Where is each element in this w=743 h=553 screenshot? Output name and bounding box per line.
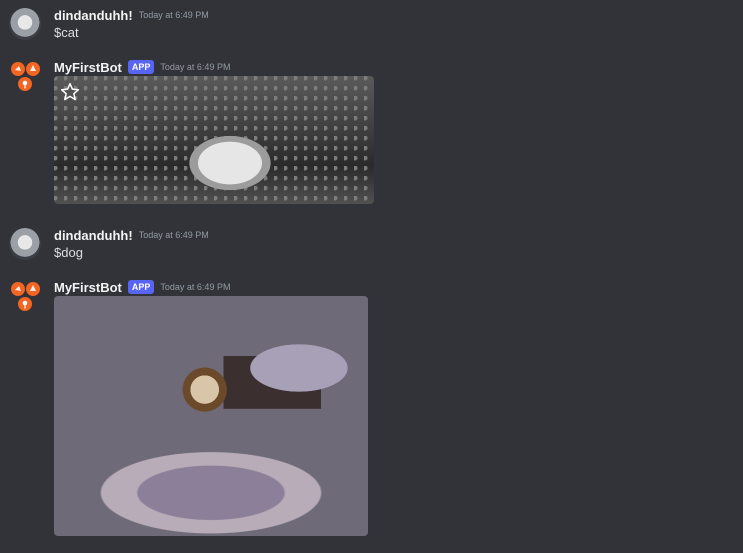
message-content: $cat <box>54 25 79 40</box>
message-header: dindanduhh! Today at 6:49 PM <box>54 6 209 24</box>
user-avatar[interactable] <box>9 8 41 40</box>
user-avatar[interactable] <box>9 228 41 260</box>
username[interactable]: MyFirstBot <box>54 280 122 295</box>
timestamp[interactable]: Today at 6:49 PM <box>139 10 209 20</box>
username[interactable]: MyFirstBot <box>54 60 122 75</box>
app-badge: APP <box>127 280 155 294</box>
message-header: MyFirstBot APP Today at 6:49 PM <box>54 278 230 296</box>
bot-avatar-icon[interactable] <box>9 60 41 92</box>
timestamp[interactable]: Today at 6:49 PM <box>139 230 209 240</box>
message-header: dindanduhh! Today at 6:49 PM <box>54 226 209 244</box>
username[interactable]: dindanduhh! <box>54 228 133 243</box>
chat-window: dindanduhh! Today at 6:49 PM $cat MyFirs… <box>0 0 743 553</box>
timestamp[interactable]: Today at 6:49 PM <box>160 62 230 72</box>
dog-image[interactable] <box>54 296 368 536</box>
star-icon[interactable] <box>60 82 80 102</box>
app-badge: APP <box>127 60 155 74</box>
cat-image[interactable] <box>54 76 374 204</box>
message-header: MyFirstBot APP Today at 6:49 PM <box>54 58 230 76</box>
username[interactable]: dindanduhh! <box>54 8 133 23</box>
message-content: $dog <box>54 245 83 260</box>
timestamp[interactable]: Today at 6:49 PM <box>160 282 230 292</box>
bot-avatar-icon[interactable] <box>9 280 41 312</box>
